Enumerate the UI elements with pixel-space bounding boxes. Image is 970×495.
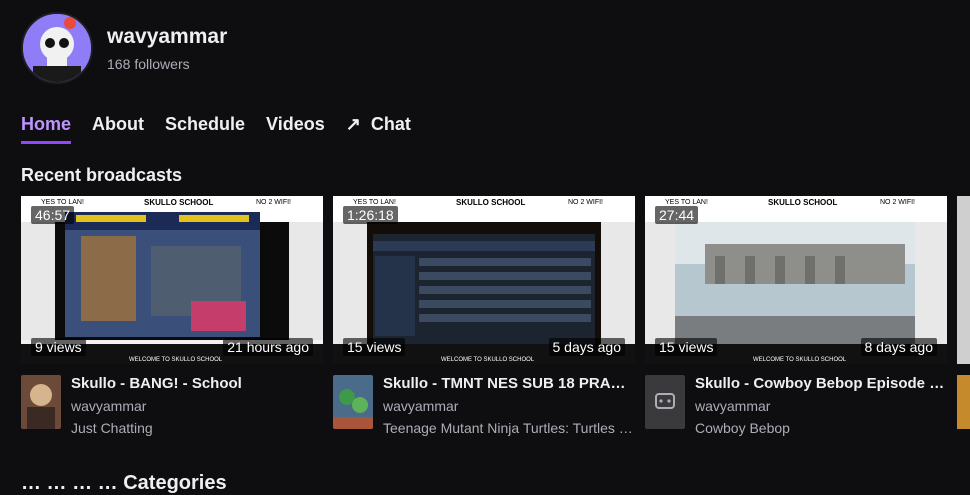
views-badge: 15 views: [343, 338, 406, 356]
banner-left-text: YES TO LAN!: [353, 199, 396, 206]
avatar[interactable]: [21, 12, 93, 84]
video-title[interactable]: Skullo - BANG! - School: [71, 375, 323, 392]
tab-videos[interactable]: Videos: [266, 114, 325, 144]
tab-about[interactable]: About: [92, 114, 144, 144]
category-boxart[interactable]: [21, 375, 61, 429]
channel-header: wavyammar 168 followers: [21, 12, 227, 84]
views-badge: 15 views: [655, 338, 718, 356]
tab-chat-label: Chat: [370, 114, 411, 134]
banner-right-text: NO 2 WIFI!: [568, 199, 603, 206]
video-card[interactable]: YES TO LAN! SKULLO SCHOOL NO 2 WIFI! WEL…: [333, 196, 635, 436]
skull-icon: [23, 14, 91, 82]
banner-footer-text: WELCOME TO SKULLO SCHOOL: [753, 357, 847, 363]
video-title[interactable]: Skullo - TMNT NES SUB 18 PRACTICE: [383, 375, 635, 392]
followers-label: followers: [134, 55, 190, 72]
category-boxart[interactable]: [333, 375, 373, 429]
followers-count: 168 followers: [107, 56, 227, 72]
video-thumbnail-partial[interactable]: [957, 196, 970, 364]
duration-badge: 46:57: [31, 206, 75, 224]
duration-badge: 1:26:18: [343, 206, 398, 224]
video-card[interactable]: YES TO LAN! SKULLO SCHOOL NO 2 WIFI! WEL…: [645, 196, 947, 436]
video-thumbnail[interactable]: YES TO LAN! SKULLO SCHOOL NO 2 WIFI! WEL…: [21, 196, 323, 364]
age-badge: 21 hours ago: [223, 338, 313, 356]
category-boxart[interactable]: [645, 375, 685, 429]
channel-nav: Home About Schedule Videos ↗ Chat: [21, 114, 432, 144]
video-category[interactable]: Just Chatting: [71, 420, 323, 436]
video-channel[interactable]: wavyammar: [383, 398, 635, 414]
age-badge: 8 days ago: [860, 338, 937, 356]
video-title[interactable]: Skullo - Cowboy Bebop Episode 1 - Astero…: [695, 375, 947, 392]
tab-home[interactable]: Home: [21, 114, 72, 144]
banner-footer-text: WELCOME TO SKULLO SCHOOL: [129, 357, 223, 363]
game-controller-icon: [645, 375, 685, 429]
banner-mid-text: SKULLO SCHOOL: [456, 198, 525, 207]
banner-right-text: NO 2 WIFI!: [256, 199, 291, 206]
views-badge: 9 views: [31, 338, 86, 356]
external-arrow-icon: ↗: [345, 114, 361, 134]
followers-number: 168: [107, 55, 131, 72]
banner-footer-text: WELCOME TO SKULLO SCHOOL: [441, 357, 535, 363]
video-thumbnail[interactable]: YES TO LAN! SKULLO SCHOOL NO 2 WIFI! WEL…: [645, 196, 947, 364]
tab-schedule[interactable]: Schedule: [165, 114, 245, 144]
banner-mid-text: SKULLO SCHOOL: [144, 198, 213, 207]
banner-left-text: YES TO LAN!: [665, 199, 708, 206]
banner-right-text: NO 2 WIFI!: [880, 199, 915, 206]
channel-name[interactable]: wavyammar: [107, 25, 227, 49]
video-channel[interactable]: wavyammar: [71, 398, 323, 414]
tab-chat[interactable]: ↗ Chat: [346, 114, 411, 144]
age-badge: 5 days ago: [548, 338, 625, 356]
video-card[interactable]: YES TO LAN! SKULLO SCHOOL NO 2 WIFI! WEL…: [21, 196, 323, 436]
section-title: Recent broadcasts: [21, 165, 183, 185]
duration-badge: 27:44: [655, 206, 699, 224]
banner-left-text: YES TO LAN!: [41, 199, 84, 206]
video-category[interactable]: Teenage Mutant Ninja Turtles: Turtles in…: [383, 420, 635, 436]
category-boxart-partial[interactable]: [957, 375, 970, 429]
banner-mid-text: SKULLO SCHOOL: [768, 198, 837, 207]
video-thumbnail[interactable]: YES TO LAN! SKULLO SCHOOL NO 2 WIFI! WEL…: [333, 196, 635, 364]
video-category[interactable]: Cowboy Bebop: [695, 420, 947, 436]
video-channel[interactable]: wavyammar: [695, 398, 947, 414]
